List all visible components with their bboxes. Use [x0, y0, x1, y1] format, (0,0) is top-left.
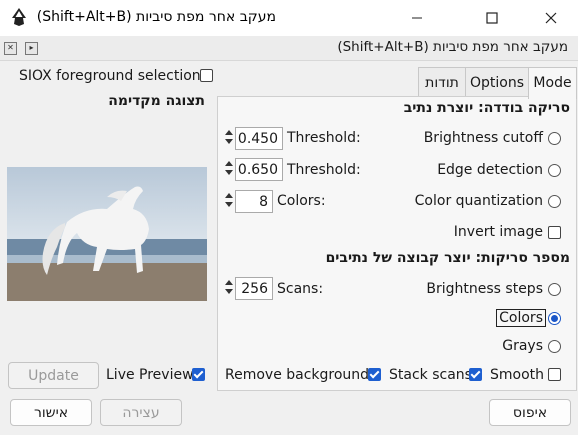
smooth-label: Smooth: [490, 367, 545, 383]
stack-scans-checkbox[interactable]: [469, 368, 482, 381]
threshold-2-spin-arrows[interactable]: [224, 158, 233, 182]
colors-option-radio[interactable]: [548, 312, 561, 325]
colors-param-label: Colors:: [277, 193, 326, 209]
edge-detection-radio[interactable]: [548, 164, 561, 177]
color-quantization-radio[interactable]: [548, 195, 561, 208]
single-scan-title: סריקה בודדה: יוצרת נתיב: [403, 100, 570, 116]
tab-options[interactable]: Options: [465, 67, 529, 98]
brightness-steps-label: Brightness steps: [426, 281, 543, 297]
close-button[interactable]: [528, 0, 574, 36]
threshold-2-label: Threshold:: [287, 162, 361, 178]
colors-option-label: Colors: [496, 309, 546, 327]
dock-title: מעקב אחר מפת סיביות (Shift+Alt+B): [337, 39, 568, 55]
siox-label: SIOX foreground selection: [19, 68, 201, 84]
brightness-cutoff-label: Brightness cutoff: [423, 130, 543, 146]
live-preview-label: Live Preview: [106, 367, 194, 383]
maximize-button[interactable]: [469, 0, 515, 36]
invert-image-label: Invert image: [453, 224, 543, 240]
inkscape-app-icon: [8, 6, 30, 28]
stop-button[interactable]: עצירה: [100, 399, 182, 426]
remove-background-label: Remove background: [225, 367, 370, 383]
threshold-1-spin-arrows[interactable]: [224, 127, 233, 151]
threshold-1-input[interactable]: 0.450: [235, 127, 283, 150]
minimize-button[interactable]: [394, 0, 440, 36]
multi-scan-title: מספר סריקות: יוצר קבוצה של נתיבים: [325, 250, 570, 266]
preview-heading: תצוגה מקדימה: [108, 93, 205, 109]
ok-button[interactable]: אישור: [10, 399, 92, 426]
siox-checkbox[interactable]: [200, 69, 213, 82]
remove-background-checkbox[interactable]: [368, 368, 381, 381]
scans-spin-arrows[interactable]: [224, 277, 233, 301]
reset-button[interactable]: איפוס: [489, 399, 571, 426]
window-title: מעקב אחר מפת סיביות (Shift+Alt+B): [36, 9, 276, 25]
preview-image: [7, 167, 207, 301]
colors-spin-arrows[interactable]: [224, 190, 233, 214]
update-button[interactable]: Update: [8, 362, 99, 389]
smooth-checkbox[interactable]: [548, 368, 561, 381]
dock-menu-icon[interactable]: ▸: [25, 42, 38, 55]
brightness-steps-radio[interactable]: [548, 283, 561, 296]
invert-image-checkbox[interactable]: [548, 226, 561, 239]
stack-scans-label: Stack scans: [389, 367, 472, 383]
threshold-2-input[interactable]: 0.650: [235, 158, 283, 181]
edge-detection-label: Edge detection: [437, 162, 543, 178]
dock-header: ✕ ▸ מעקב אחר מפת סיביות (Shift+Alt+B): [0, 36, 578, 61]
colors-input[interactable]: 8: [235, 190, 273, 213]
grays-option-label: Grays: [502, 338, 543, 354]
scans-label: Scans:: [277, 281, 324, 297]
tab-mode[interactable]: Mode: [528, 67, 577, 99]
grays-option-radio[interactable]: [548, 340, 561, 353]
title-bar: מעקב אחר מפת סיביות (Shift+Alt+B): [0, 0, 578, 36]
dock-close-icon[interactable]: ✕: [4, 42, 17, 55]
live-preview-checkbox[interactable]: [192, 368, 205, 381]
threshold-1-label: Threshold:: [287, 130, 361, 146]
brightness-cutoff-radio[interactable]: [548, 132, 561, 145]
color-quantization-label: Color quantization: [414, 193, 543, 209]
tab-credits[interactable]: תודות: [418, 67, 466, 98]
scans-input[interactable]: 256: [235, 277, 273, 300]
